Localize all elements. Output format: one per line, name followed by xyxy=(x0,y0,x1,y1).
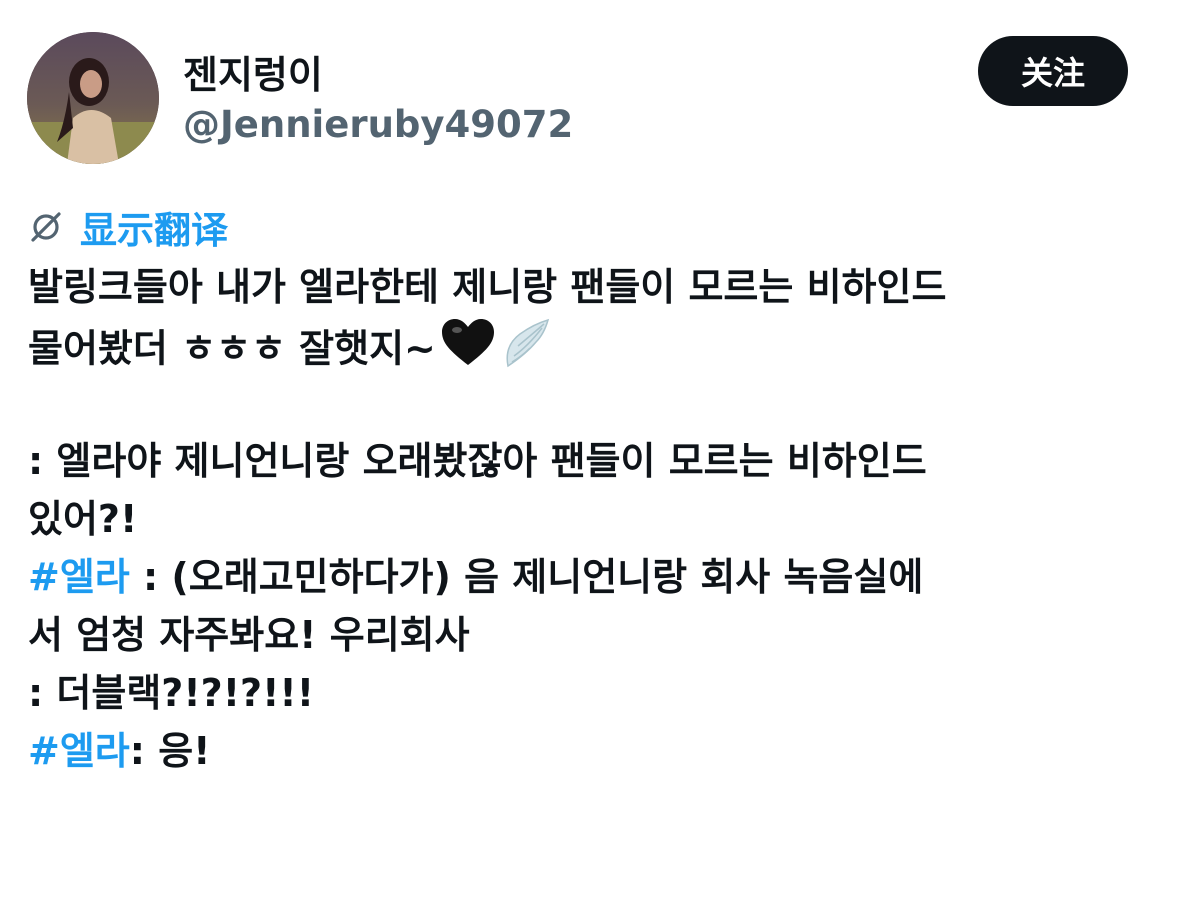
avatar-image xyxy=(27,32,159,164)
display-name[interactable]: 젠지렁이 xyxy=(183,44,323,99)
tweet-text: 발링크들아 내가 엘라한테 제니랑 팬들이 모르는 비하인드 물어봤더 ㅎㅎㅎ … xyxy=(28,258,1158,780)
tweet-line-text: 물어봤더 ㅎㅎㅎ 잘햇지~ xyxy=(28,326,436,371)
hashtag-link[interactable]: #엘라 xyxy=(28,555,130,599)
follow-button[interactable]: 关注 xyxy=(978,36,1128,106)
tweet-line: : 더블랙?!?!?!!! xyxy=(28,671,315,715)
tweet-line: 발링크들아 내가 엘라한테 제니랑 팬들이 모르는 비하인드 xyxy=(28,265,947,309)
translate-label: 显示翻译 xyxy=(80,209,228,252)
user-handle[interactable]: @Jennieruby49072 xyxy=(183,103,573,146)
hashtag-link[interactable]: #엘라 xyxy=(28,729,130,773)
tweet-line-text: : (오래고민하다가) 음 제니언니랑 회사 녹음실에 xyxy=(129,555,924,599)
tweet-line-with-hashtag: #엘라: 응! xyxy=(28,722,1158,780)
avatar[interactable] xyxy=(27,32,159,164)
tweet-line-with-emoji: 물어봤더 ㅎㅎㅎ 잘햇지~ xyxy=(28,316,1158,374)
wing-icon xyxy=(500,316,552,386)
tweet-line: : 엘라야 제니언니랑 오래봤잖아 팬들이 모르는 비하인드 xyxy=(28,439,927,483)
tweet-line-text: : 응! xyxy=(129,729,211,773)
translate-globe-icon xyxy=(26,207,66,247)
show-translation-link[interactable]: 显示翻译 xyxy=(26,202,228,252)
tweet-line-with-hashtag: #엘라 : (오래고민하다가) 음 제니언니랑 회사 녹음실에 xyxy=(28,548,1158,606)
tweet-line: 서 엄청 자주봐요! 우리회사 xyxy=(28,613,470,657)
black-heart-icon xyxy=(440,317,496,385)
tweet-line: 있어?! xyxy=(28,497,138,541)
